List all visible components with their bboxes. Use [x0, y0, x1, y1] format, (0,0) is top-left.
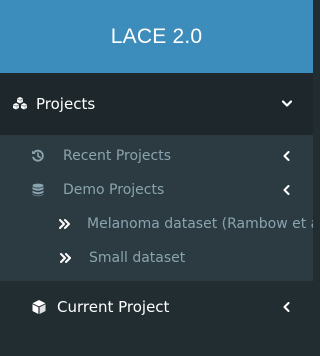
menu-item-melanoma-dataset-label: Melanoma dataset (Rambow et al., JID 201…: [87, 216, 313, 232]
app-title: LACE 2.0: [110, 24, 203, 48]
chevron-left-icon: [281, 150, 291, 162]
menu-item-current-project-label: Current Project: [57, 298, 170, 316]
menu-item-recent-projects-label: Recent Projects: [63, 148, 172, 164]
chevron-down-icon: [281, 98, 293, 110]
menu-item-melanoma-dataset[interactable]: Melanoma dataset (Rambow et al., JID 201…: [0, 207, 313, 241]
cube-icon: [31, 299, 47, 315]
projects-treeview: Recent Projects Demo Projects Melanoma d…: [0, 135, 313, 281]
angle-double-right-icon: [59, 251, 73, 265]
menu-item-demo-projects-label: Demo Projects: [63, 182, 165, 198]
chevron-left-icon: [281, 184, 291, 196]
cubes-icon: [12, 96, 28, 112]
menu-item-recent-projects[interactable]: Recent Projects: [0, 139, 313, 173]
menu-item-demo-projects[interactable]: Demo Projects: [0, 173, 313, 207]
chevron-left-icon: [281, 301, 291, 313]
menu-item-current-project[interactable]: Current Project: [0, 281, 313, 333]
sidebar: LACE 2.0 Projects Recent Projects Demo P…: [0, 0, 313, 356]
database-icon: [31, 183, 45, 197]
menu-item-projects-label: Projects: [36, 95, 96, 113]
menu-item-projects[interactable]: Projects: [0, 73, 313, 135]
angle-double-right-icon: [59, 217, 71, 231]
menu-item-small-dataset[interactable]: Small dataset: [0, 241, 313, 275]
app-logo[interactable]: LACE 2.0: [0, 0, 313, 73]
menu-item-small-dataset-label: Small dataset: [89, 250, 186, 266]
history-icon: [31, 149, 45, 163]
